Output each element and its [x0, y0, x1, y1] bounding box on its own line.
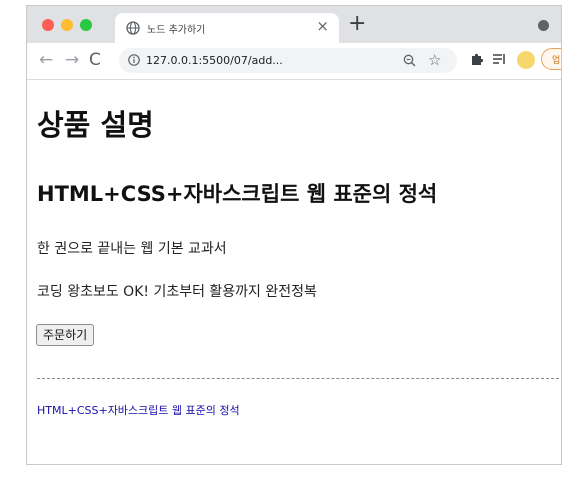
zoom-icon[interactable] [403, 54, 416, 67]
page-heading: 상품 설명 [37, 108, 154, 142]
extensions-puzzle-icon[interactable] [470, 52, 484, 66]
url-text[interactable]: 127.0.0.1:5500/07/add... [146, 54, 283, 67]
horizontal-divider [37, 378, 559, 379]
back-button[interactable]: ← [39, 49, 53, 71]
new-tab-button[interactable]: + [348, 12, 366, 36]
maximize-window-button[interactable] [80, 19, 92, 31]
forward-button[interactable]: → [65, 49, 79, 71]
order-button[interactable]: 주문하기 [36, 324, 95, 346]
book-title-link[interactable]: HTML+CSS+자바스크립트 웹 표준의 정석 [37, 402, 240, 418]
browser-toolbar: ← → C 127.0.0.1:5500/07/add... ☆ 업 [27, 43, 561, 80]
bookmark-star-icon[interactable]: ☆ [428, 50, 441, 70]
tab-active[interactable]: 노드 추가하기 × [115, 13, 339, 43]
reading-list-icon[interactable] [493, 53, 507, 65]
page-content: 상품 설명 HTML+CSS+자바스크립트 웹 표준의 정석 한 권으로 끝내는… [27, 80, 561, 464]
description-line-1: 한 권으로 끝내는 웹 기본 교과서 [37, 241, 227, 257]
info-icon[interactable] [128, 54, 140, 66]
close-window-button[interactable] [42, 19, 54, 31]
tab-strip: 노드 추가하기 × + [27, 6, 561, 43]
profile-avatar[interactable] [517, 51, 535, 69]
browser-menu-icon[interactable] [538, 20, 549, 31]
address-bar[interactable]: 127.0.0.1:5500/07/add... ☆ [119, 48, 457, 73]
update-button[interactable]: 업데이트 ⋮ [541, 48, 561, 70]
update-label: 업데이트 [552, 56, 561, 66]
globe-icon [126, 21, 140, 35]
reload-button[interactable]: C [89, 49, 101, 71]
tab-title: 노드 추가하기 [147, 25, 206, 36]
browser-window: 노드 추가하기 × + ← → C 127.0.0.1:5500/07/add.… [26, 5, 562, 465]
tab-close-icon[interactable]: × [316, 17, 329, 35]
minimize-window-button[interactable] [61, 19, 73, 31]
book-title-heading: HTML+CSS+자바스크립트 웹 표준의 정석 [37, 182, 438, 206]
description-line-2: 코딩 왕초보도 OK! 기초부터 활용까지 완전정복 [37, 284, 317, 300]
